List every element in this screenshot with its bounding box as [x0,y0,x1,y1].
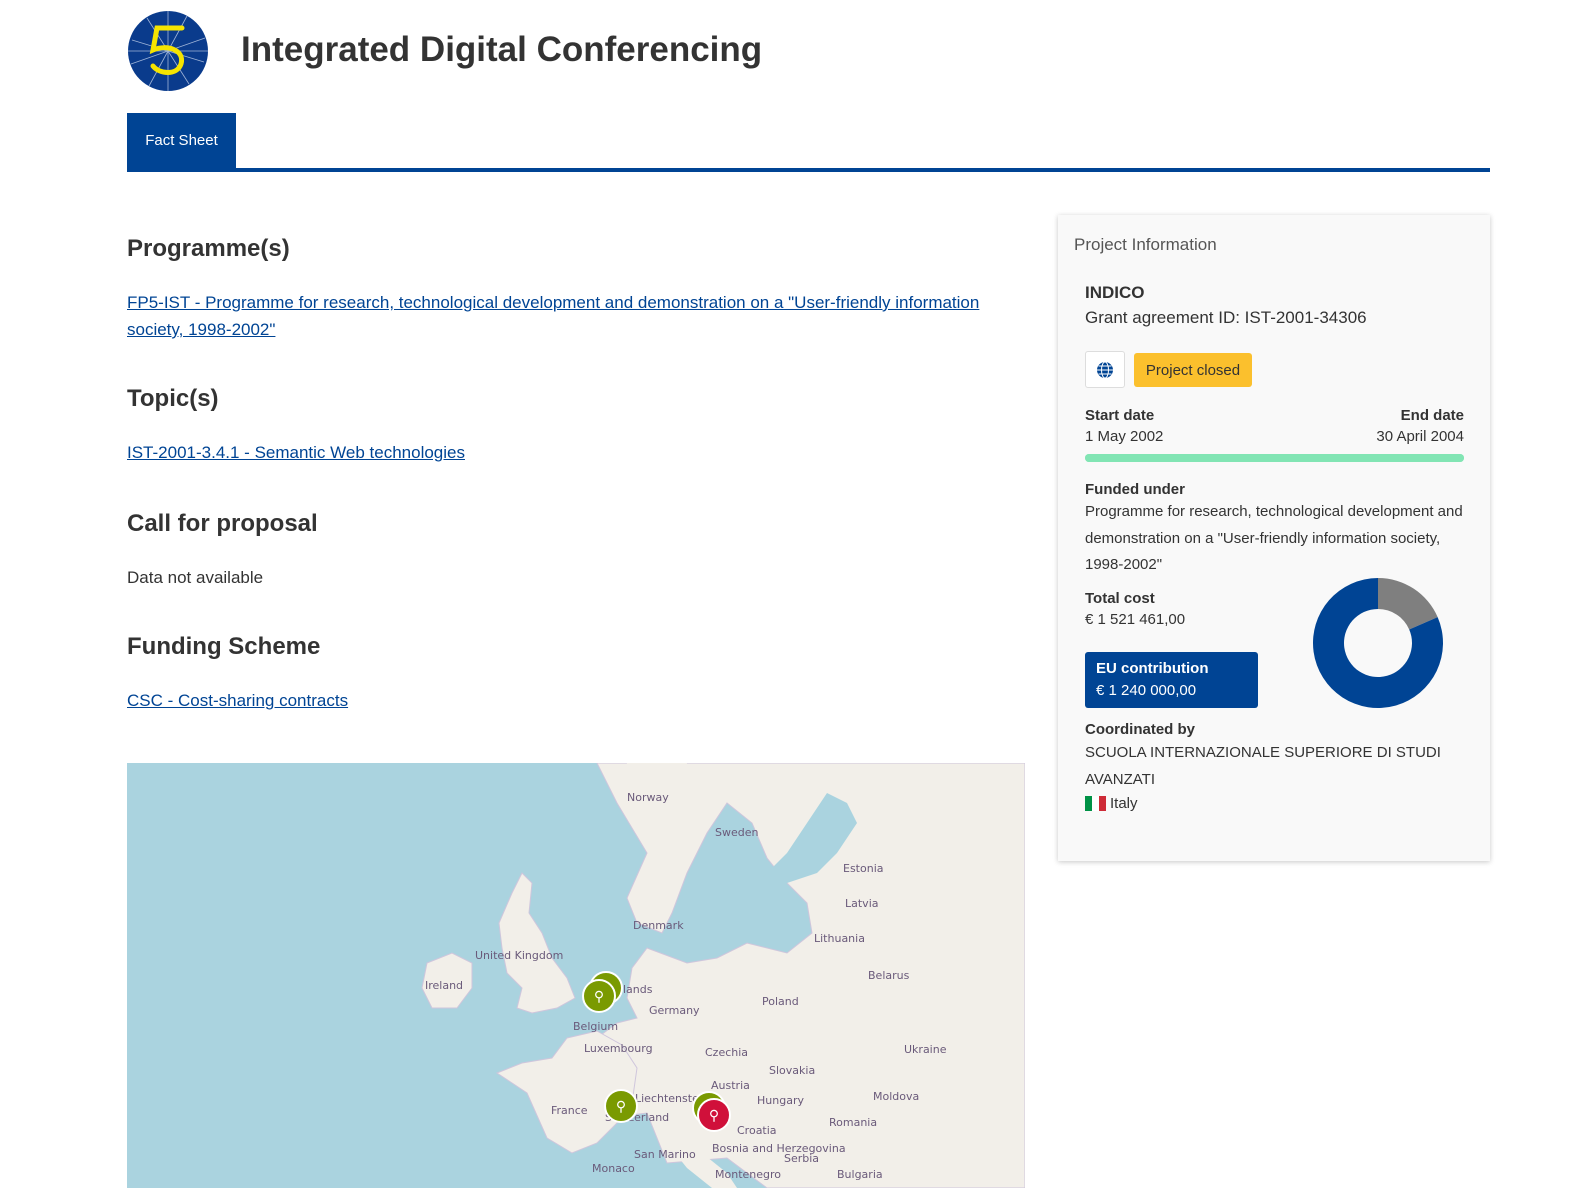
map-label: Slovakia [769,1064,815,1077]
map-label: Belarus [868,969,910,982]
eu-contribution-value: € 1 240 000,00 [1096,682,1197,699]
coordinator-name[interactable]: SCUOLA INTERNAZIONALE SUPERIORE DI STUDI… [1085,740,1475,793]
map-label: Bosnia and Herzegovina [712,1142,846,1155]
coordinated-by-label: Coordinated by [1085,721,1196,738]
map-pin-icon: ⚲ [616,1098,626,1114]
map-label: Germany [649,1004,700,1017]
map-pin-icon: ⚲ [709,1107,719,1123]
panel-title: Project Information [1074,235,1217,254]
map-label: Ukraine [904,1043,947,1056]
map-label: Latvia [845,897,879,910]
eu-contribution-box: EU contribution € 1 240 000,00 [1085,652,1258,708]
end-date-value: 30 April 2004 [1376,428,1464,445]
map-label: Romania [829,1116,877,1129]
map-label: Montenegro [715,1168,781,1181]
call-value: Data not available [127,568,264,587]
map-label: lands [623,983,653,996]
call-heading: Call for proposal [127,510,318,537]
map-label: Serbia [784,1152,819,1165]
end-date-label: End date [1400,407,1464,424]
grant-agreement-id: Grant agreement ID: IST-2001-34306 [1085,308,1367,327]
globe-icon [1097,361,1113,378]
programme-heading: Programme(s) [127,235,290,262]
start-date-value: 1 May 2002 [1085,428,1164,445]
map-pin-icon: ⚲ [594,988,604,1004]
funded-under-value: Programme for research, technological de… [1085,503,1463,573]
project-acronym: INDICO [1085,283,1145,302]
total-cost-label: Total cost [1085,590,1155,607]
map-label: Denmark [633,919,684,932]
map-label: Luxembourg [584,1042,653,1055]
funding-link[interactable]: CSC - Cost-sharing contracts [127,687,1017,714]
map-label: Estonia [843,862,884,875]
map-label: Hungary [757,1094,804,1107]
participants-map[interactable]: Norway Sweden Estonia Latvia Denmark Lit… [127,763,1025,1188]
status-badge: Project closed [1134,353,1252,387]
map-label: France [551,1104,588,1117]
map-label: Monaco [592,1162,635,1175]
map-land-britain [498,872,576,1014]
project-info-panel: Project Information INDICO Grant agreeme… [1058,215,1490,861]
map-label: Norway [627,791,669,804]
map-label: Sweden [715,826,758,839]
tab-fact-sheet[interactable]: Fact Sheet [127,113,236,168]
funding-heading: Funding Scheme [127,633,321,660]
page-title: Integrated Digital Conferencing [241,30,763,69]
progress-fill [1085,454,1464,462]
cordis-logo[interactable] [127,10,209,92]
map-label: Ireland [425,979,463,992]
italy-flag-icon [1085,796,1106,811]
map-label: Czechia [705,1046,748,1059]
total-cost-value: € 1 521 461,00 [1085,611,1186,628]
map-label: Poland [762,995,799,1008]
map-label: United Kingdom [475,949,563,962]
tab-bar: Fact Sheet [127,113,1490,172]
funding-donut-chart [1313,578,1443,708]
topic-link[interactable]: IST-2001-3.4.1 - Semantic Web technologi… [127,439,1017,466]
globe-button[interactable] [1085,351,1125,388]
funded-under-label: Funded under [1085,481,1185,498]
eu-contribution-label: EU contribution [1096,660,1209,677]
map-label: Bulgaria [837,1168,883,1181]
coordinator-country: Italy [1085,795,1138,812]
project-progress-bar [1085,454,1464,462]
topic-heading: Topic(s) [127,385,219,412]
start-date-label: Start date [1085,407,1155,424]
site-header: Integrated Digital Conferencing [127,10,762,92]
map-label: Croatia [737,1124,777,1137]
country-name: Italy [1110,795,1138,812]
map-label: San Marino [634,1148,696,1161]
map-label: Moldova [873,1090,919,1103]
programme-link[interactable]: FP5-IST - Programme for research, techno… [127,289,1017,343]
map-label: Lithuania [814,932,865,945]
map-land-scandinavia [581,763,1025,1188]
map-label: Austria [711,1079,750,1092]
map-label: Belgium [573,1020,618,1033]
